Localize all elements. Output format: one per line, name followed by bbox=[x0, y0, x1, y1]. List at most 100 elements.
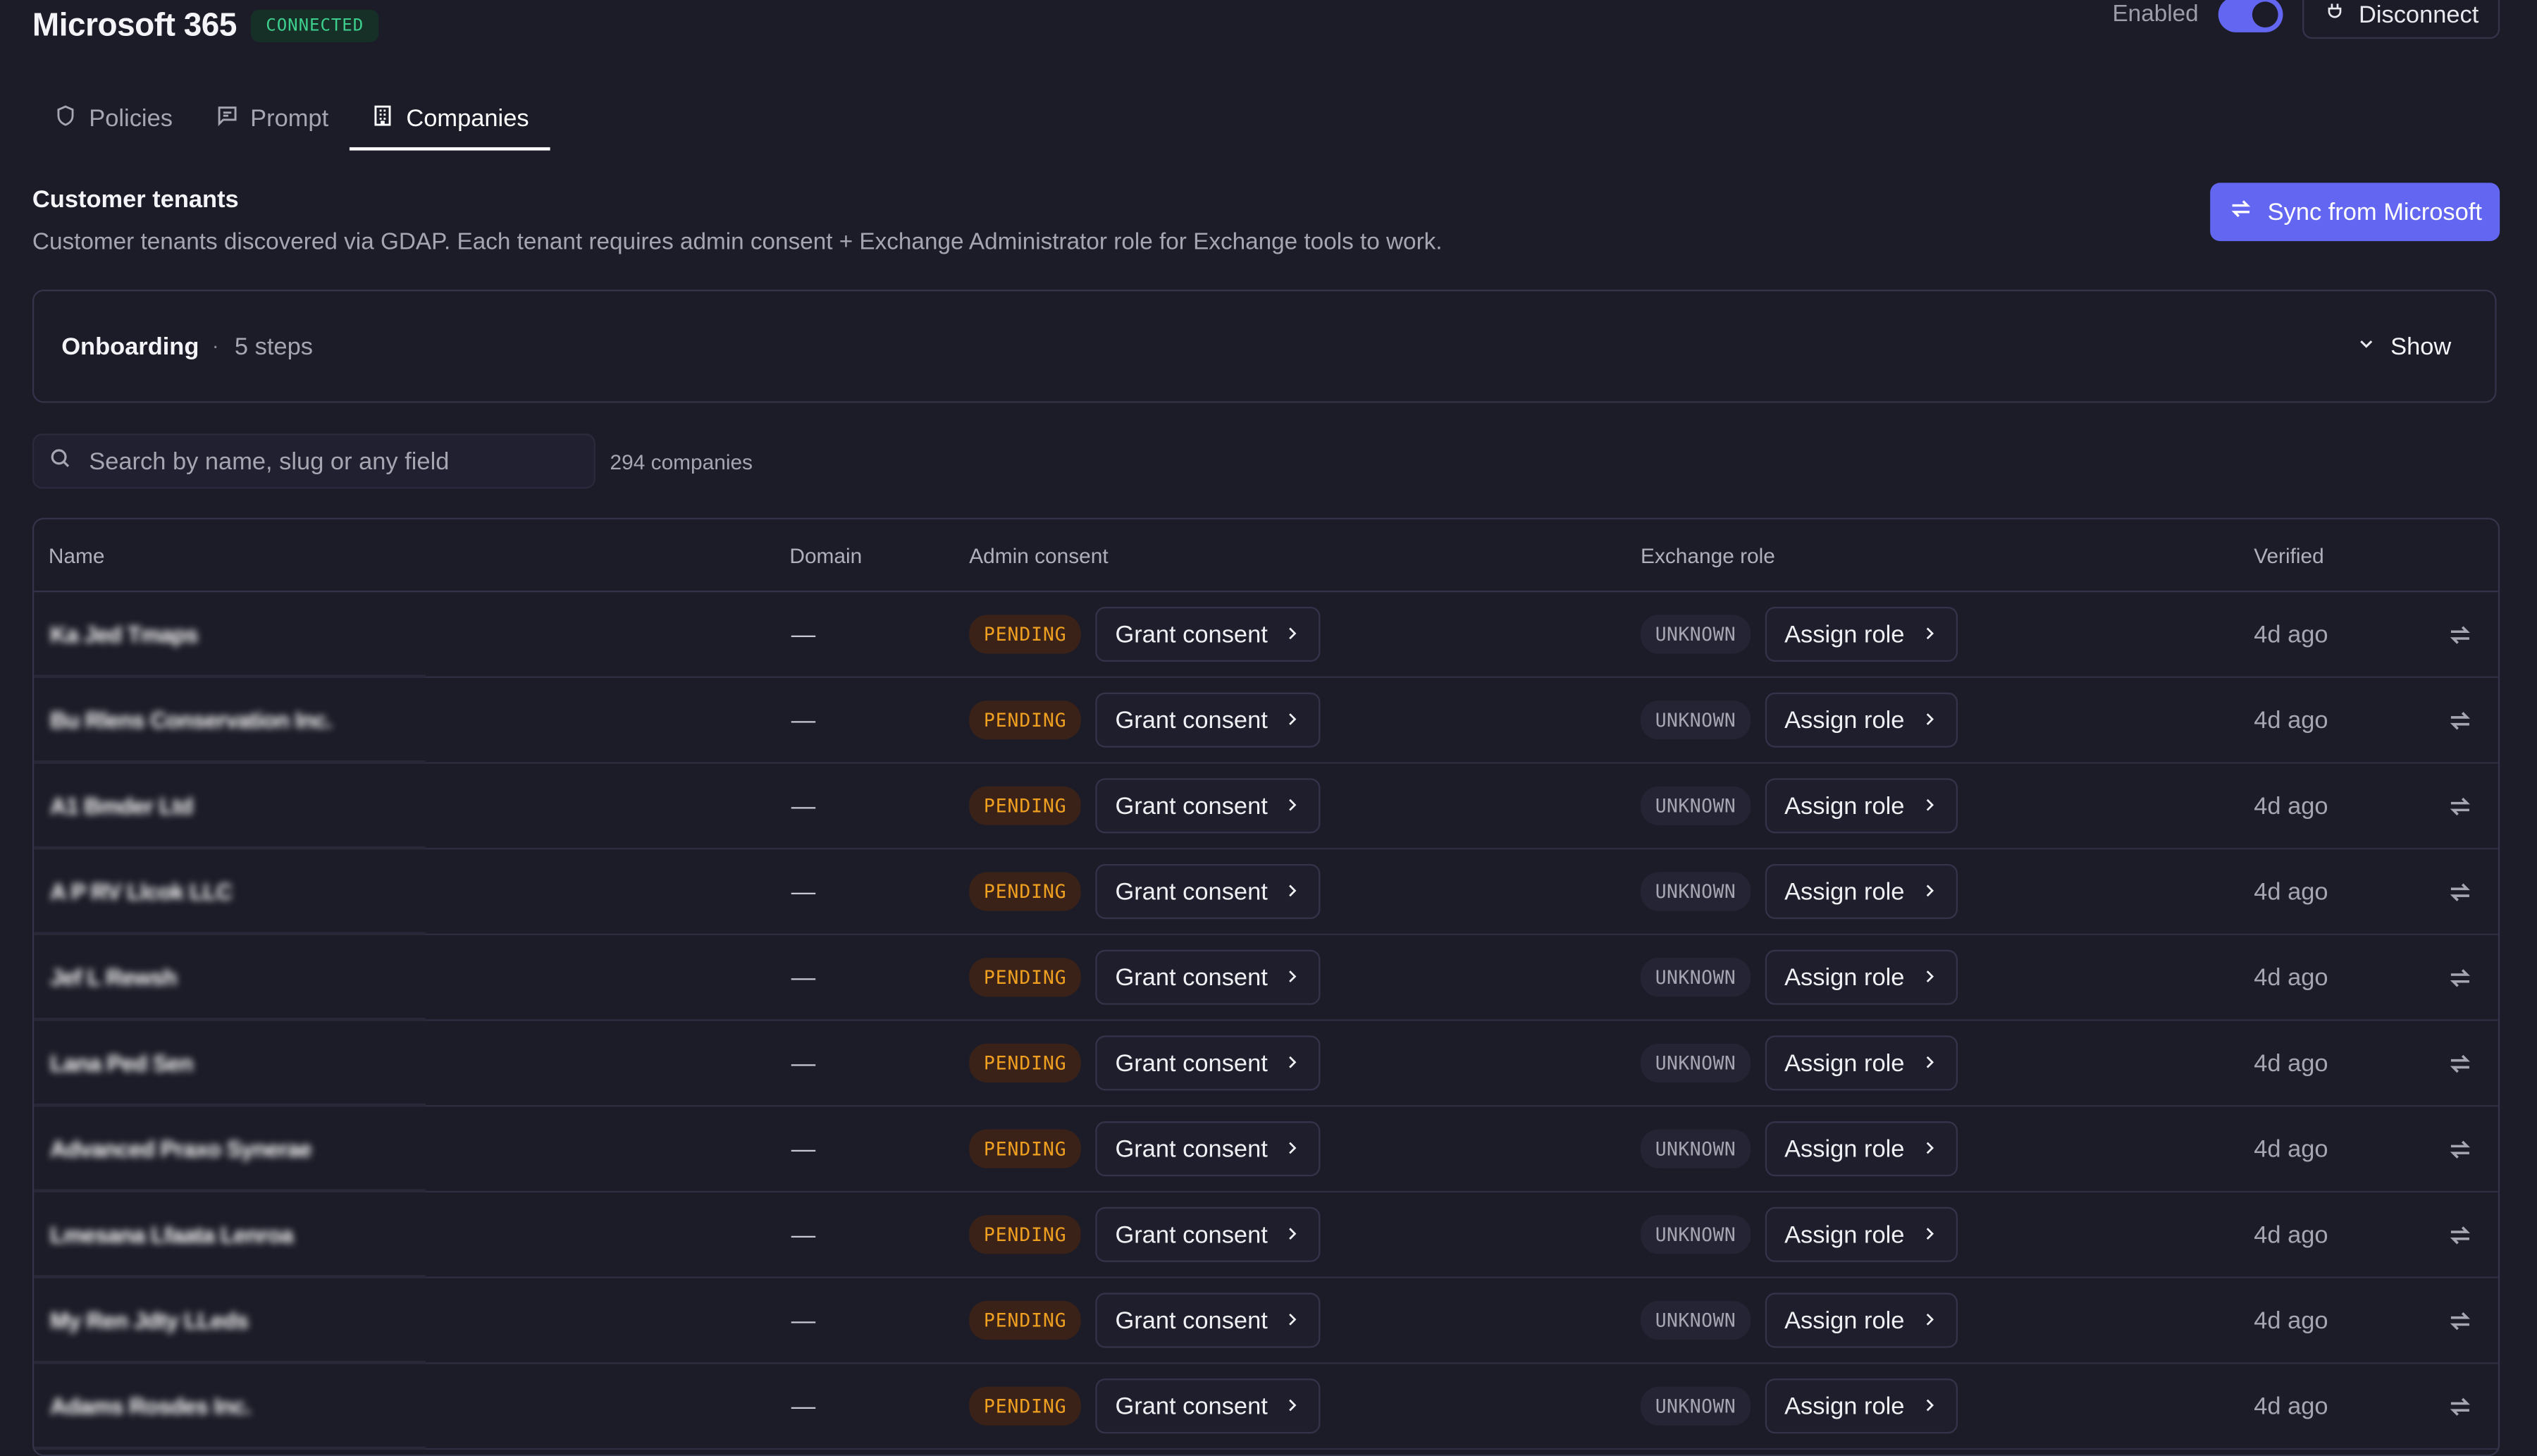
grant-consent-button[interactable]: Grant consent bbox=[1095, 1292, 1321, 1348]
assign-role-button[interactable]: Assign role bbox=[1765, 1378, 1958, 1434]
table-row[interactable]: Ka Jed Tmaps — PENDING Grant consent UNK… bbox=[34, 592, 2498, 678]
role-status-badge: UNKNOWN bbox=[1641, 958, 1751, 997]
table-row[interactable]: Jef L Rewsh — PENDING Grant consent UNKN… bbox=[34, 935, 2498, 1021]
table-row[interactable]: Bu Rlens Conservation Inc. — PENDING Gra… bbox=[34, 678, 2498, 764]
grant-consent-button[interactable]: Grant consent bbox=[1095, 1378, 1321, 1434]
grant-consent-button[interactable]: Grant consent bbox=[1095, 864, 1321, 920]
tab-companies[interactable]: Companies bbox=[350, 91, 550, 151]
grant-consent-button[interactable]: Grant consent bbox=[1095, 1035, 1321, 1091]
search-input[interactable] bbox=[85, 445, 578, 477]
grant-consent-label: Grant consent bbox=[1115, 791, 1268, 820]
verified-cell: 4d ago bbox=[2254, 1278, 2328, 1362]
chevron-right-icon bbox=[1284, 963, 1302, 991]
resync-icon[interactable] bbox=[2446, 678, 2474, 762]
company-name[interactable]: Jef L Rewsh bbox=[50, 964, 177, 990]
table-row[interactable]: Adams Rosdes Inc. — PENDING Grant consen… bbox=[34, 1364, 2498, 1450]
resync-icon[interactable] bbox=[2446, 764, 2474, 848]
exchange-role-cell: UNKNOWN Assign role bbox=[1641, 592, 1958, 676]
sync-button[interactable]: Sync from Microsoft bbox=[2211, 183, 2500, 242]
grant-consent-button[interactable]: Grant consent bbox=[1095, 1207, 1321, 1262]
assign-role-button[interactable]: Assign role bbox=[1765, 1207, 1958, 1262]
assign-role-button[interactable]: Assign role bbox=[1765, 1121, 1958, 1177]
table-row[interactable]: Advanced Praxo Synerae — PENDING Grant c… bbox=[34, 1106, 2498, 1193]
resync-icon[interactable] bbox=[2446, 592, 2474, 676]
company-name[interactable]: Lana Ped Sen bbox=[50, 1050, 193, 1076]
company-name[interactable]: Bu Rlens Conservation Inc. bbox=[50, 707, 333, 733]
grant-consent-button[interactable]: Grant consent bbox=[1095, 692, 1321, 748]
assign-role-label: Assign role bbox=[1784, 963, 1905, 992]
company-name[interactable]: Adams Rosdes Inc. bbox=[50, 1393, 252, 1419]
grant-consent-button[interactable]: Grant consent bbox=[1095, 606, 1321, 662]
tab-prompt[interactable]: Prompt bbox=[194, 91, 350, 151]
grant-consent-label: Grant consent bbox=[1115, 1221, 1268, 1249]
company-name[interactable]: Ka Jed Tmaps bbox=[50, 622, 198, 648]
admin-consent-cell: PENDING Grant consent bbox=[969, 678, 1321, 762]
name-cell: Adams Rosdes Inc. bbox=[50, 1364, 252, 1448]
app-title: Microsoft 365 bbox=[32, 7, 237, 43]
grant-consent-label: Grant consent bbox=[1115, 1306, 1268, 1334]
verified-time: 4d ago bbox=[2254, 791, 2328, 820]
table-row[interactable]: My Ren Jdty LLeds — PENDING Grant consen… bbox=[34, 1278, 2498, 1364]
verified-time: 4d ago bbox=[2254, 1049, 2328, 1077]
chevron-right-icon bbox=[1920, 1393, 1938, 1420]
assign-role-button[interactable]: Assign role bbox=[1765, 949, 1958, 1005]
company-name[interactable]: Advanced Praxo Synerae bbox=[50, 1136, 311, 1162]
resync-icon[interactable] bbox=[2446, 849, 2474, 933]
company-name[interactable]: My Ren Jdty LLeds bbox=[50, 1307, 249, 1333]
role-status-badge: UNKNOWN bbox=[1641, 701, 1751, 740]
chevron-right-icon bbox=[1284, 878, 1302, 906]
exchange-role-cell: UNKNOWN Assign role bbox=[1641, 764, 1958, 848]
domain-value: — bbox=[791, 963, 816, 992]
assign-role-button[interactable]: Assign role bbox=[1765, 1292, 1958, 1348]
role-status-badge: UNKNOWN bbox=[1641, 872, 1751, 911]
column-header-verified: Verified bbox=[2254, 543, 2324, 568]
resync-icon[interactable] bbox=[2446, 1021, 2474, 1105]
verified-cell: 4d ago bbox=[2254, 935, 2328, 1019]
onboarding-show-button[interactable]: Show bbox=[2357, 333, 2451, 361]
role-status-badge: UNKNOWN bbox=[1641, 1043, 1751, 1082]
resync-icon[interactable] bbox=[2446, 1106, 2474, 1190]
status-badge: CONNECTED bbox=[251, 9, 378, 42]
assign-role-button[interactable]: Assign role bbox=[1765, 1035, 1958, 1091]
tab-policies[interactable]: Policies bbox=[32, 91, 194, 151]
message-icon bbox=[215, 104, 239, 135]
role-status-badge: UNKNOWN bbox=[1641, 1386, 1751, 1426]
table-row[interactable]: A P RV Llcok LLC — PENDING Grant consent… bbox=[34, 849, 2498, 936]
company-name[interactable]: Lmesana Lfaata Lenroa bbox=[50, 1221, 293, 1247]
grant-consent-button[interactable]: Grant consent bbox=[1095, 778, 1321, 834]
consent-status-badge: PENDING bbox=[969, 1129, 1082, 1168]
assign-role-button[interactable]: Assign role bbox=[1765, 606, 1958, 662]
resync-icon[interactable] bbox=[2446, 1192, 2474, 1276]
column-header-domain: Domain bbox=[789, 543, 863, 568]
app-root: Microsoft 365 CONNECTED Enabled Disconne… bbox=[0, 0, 2537, 1456]
assign-role-label: Assign role bbox=[1784, 1306, 1905, 1334]
table-row[interactable]: Lana Ped Sen — PENDING Grant consent UNK… bbox=[34, 1021, 2498, 1107]
result-count: 294 companies bbox=[610, 450, 753, 474]
enabled-label: Enabled bbox=[2112, 1, 2199, 28]
resync-icon[interactable] bbox=[2446, 1364, 2474, 1448]
disconnect-button[interactable]: Disconnect bbox=[2302, 0, 2500, 39]
assign-role-label: Assign role bbox=[1784, 791, 1905, 820]
company-name[interactable]: A P RV Llcok LLC bbox=[50, 879, 233, 905]
admin-consent-cell: PENDING Grant consent bbox=[969, 1278, 1321, 1362]
resync-icon[interactable] bbox=[2446, 935, 2474, 1019]
exchange-role-cell: UNKNOWN Assign role bbox=[1641, 678, 1958, 762]
verified-cell: 4d ago bbox=[2254, 1106, 2328, 1190]
assign-role-button[interactable]: Assign role bbox=[1765, 778, 1958, 834]
assign-role-button[interactable]: Assign role bbox=[1765, 864, 1958, 920]
admin-consent-cell: PENDING Grant consent bbox=[969, 592, 1321, 676]
domain-cell: — bbox=[791, 592, 815, 676]
grant-consent-button[interactable]: Grant consent bbox=[1095, 1121, 1321, 1177]
assign-role-label: Assign role bbox=[1784, 1392, 1905, 1420]
admin-consent-cell: PENDING Grant consent bbox=[969, 1021, 1321, 1105]
grant-consent-button[interactable]: Grant consent bbox=[1095, 949, 1321, 1005]
table-row[interactable]: Lmesana Lfaata Lenroa — PENDING Grant co… bbox=[34, 1192, 2498, 1278]
sync-button-label: Sync from Microsoft bbox=[2267, 198, 2482, 226]
chevron-right-icon bbox=[1284, 792, 1302, 820]
assign-role-button[interactable]: Assign role bbox=[1765, 692, 1958, 748]
table-row[interactable]: A1 Bmder Ltd — PENDING Grant consent UNK… bbox=[34, 764, 2498, 850]
resync-icon[interactable] bbox=[2446, 1278, 2474, 1362]
admin-consent-cell: PENDING Grant consent bbox=[969, 1106, 1321, 1190]
enabled-toggle[interactable] bbox=[2218, 0, 2283, 32]
company-name[interactable]: A1 Bmder Ltd bbox=[50, 793, 193, 819]
